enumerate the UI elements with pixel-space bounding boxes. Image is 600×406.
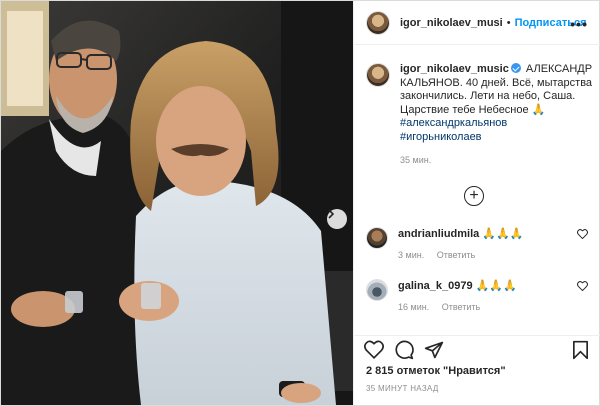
heart-icon[interactable] (577, 229, 588, 239)
comment-body: andrianliudmila 🙏🙏🙏 3 мин. Ответить (398, 227, 568, 260)
post-header: igor_nikolaev_musi • Подписаться ••• (354, 1, 600, 45)
author-username[interactable]: igor_nikolaev_musi (400, 17, 503, 29)
comment-username[interactable]: galina_k_0979 (398, 280, 473, 292)
caption-avatar[interactable] (366, 63, 390, 87)
comment-time: 16 мин. (398, 302, 430, 312)
load-more-comments-button[interactable]: + (464, 186, 484, 206)
header-separator: • (506, 16, 511, 29)
comment-text: 🙏🙏🙏 (482, 228, 524, 240)
comment-body: galina_k_0979 🙏🙏🙏 16 мин. Ответить (398, 279, 568, 312)
reply-button[interactable]: Ответить (442, 302, 480, 312)
photo-illustration (1, 1, 353, 405)
bookmark-icon[interactable] (572, 340, 589, 360)
more-options-icon[interactable]: ••• (570, 16, 588, 32)
commenter-avatar[interactable] (366, 227, 388, 249)
reply-button[interactable]: Ответить (437, 250, 475, 260)
share-icon[interactable] (424, 340, 444, 360)
posted-time: 35 МИНУТ НАЗАД (366, 384, 439, 393)
plus-circle-icon: + (469, 187, 479, 204)
comment-item: galina_k_0979 🙏🙏🙏 16 мин. Ответить (366, 279, 592, 312)
post-photo[interactable] (1, 1, 353, 405)
comment-icon[interactable] (394, 340, 414, 360)
comment-username[interactable]: andrianliudmila (398, 228, 479, 240)
hashtag-link[interactable]: #игорьниколаев (400, 131, 594, 145)
comment-item: andrianliudmila 🙏🙏🙏 3 мин. Ответить (366, 227, 592, 260)
comment-meta: 16 мин. Ответить (398, 302, 568, 312)
chevron-right-icon (328, 209, 335, 219)
heart-icon[interactable] (577, 281, 588, 291)
post-actions-bar (354, 335, 600, 365)
post-caption: igor_nikolaev_music АЛЕКСАНДР КАЛЬЯНОВ. … (366, 63, 594, 168)
caption-emoji: 🙏 (531, 103, 546, 116)
comment-text: 🙏🙏🙏 (475, 280, 517, 292)
instagram-post: igor_nikolaev_musi • Подписаться ••• igo… (0, 0, 600, 406)
post-side-panel: igor_nikolaev_musi • Подписаться ••• igo… (353, 1, 600, 405)
next-image-button[interactable] (327, 209, 347, 229)
author-avatar[interactable] (366, 10, 390, 35)
caption-body: igor_nikolaev_music АЛЕКСАНДР КАЛЬЯНОВ. … (400, 63, 594, 168)
verified-badge-icon (510, 63, 521, 73)
caption-time: 35 мин. (400, 155, 432, 165)
likes-count[interactable]: 2 815 отметок "Нравится" (366, 365, 506, 377)
commenter-avatar[interactable] (366, 279, 388, 301)
hashtag-link[interactable]: #александркальянов (400, 117, 594, 131)
comment-meta: 3 мин. Ответить (398, 250, 568, 260)
heart-icon[interactable] (364, 340, 384, 359)
caption-username[interactable]: igor_nikolaev_music (400, 63, 509, 75)
comment-time: 3 мин. (398, 250, 425, 260)
